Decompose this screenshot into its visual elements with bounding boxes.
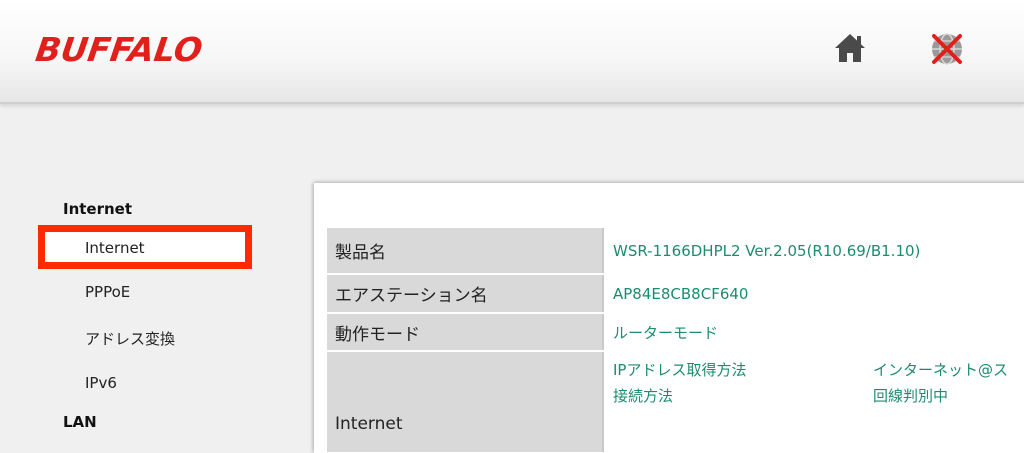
sidebar-group-lan[interactable]: LAN <box>63 413 97 431</box>
home-icon[interactable] <box>833 32 867 64</box>
row-value: WSR-1166DHPL2 Ver.2.05(R10.69/B1.10) <box>613 241 921 260</box>
row-value: ルーターモード <box>613 323 719 342</box>
row-label: 製品名 <box>327 228 604 273</box>
sub-key-connection-method: 接続方法 <box>613 387 674 405</box>
sub-key-ip-method: IPアドレス取得方法 <box>613 361 747 379</box>
sidebar-item-pppoe[interactable]: PPPoE <box>85 283 130 301</box>
sidebar-item-ipv6[interactable]: IPv6 <box>85 374 117 392</box>
sidebar-item-internet[interactable]: Internet <box>85 239 145 257</box>
sub-value-connection-method: 回線判別中 <box>873 387 949 405</box>
row-label: Internet <box>327 352 604 452</box>
row-label: エアステーション名 <box>327 275 604 312</box>
sidebar-item-address-translation[interactable]: アドレス変換 <box>85 328 175 349</box>
globe-disconnected-icon[interactable] <box>928 30 966 68</box>
table-row-operation-mode: 動作モード ルーターモード <box>327 314 1024 350</box>
sidebar-highlight-box <box>38 225 252 269</box>
sidebar-group-internet[interactable]: Internet <box>63 200 132 218</box>
buffalo-logo[interactable]: BUFFALO <box>33 30 205 69</box>
sub-value-ip-method: インターネット@ス <box>873 361 1009 379</box>
row-label: 動作モード <box>327 314 604 350</box>
top-header: BUFFALO <box>0 0 1024 104</box>
table-row-airstation-name: エアステーション名 AP84E8CB8CF640 <box>327 275 1024 312</box>
table-row-internet: Internet IPアドレス取得方法 インターネット@ス 接続方法 回線判別中 <box>327 352 1024 452</box>
table-row-product-name: 製品名 WSR-1166DHPL2 Ver.2.05(R10.69/B1.10) <box>327 228 1024 273</box>
row-value: AP84E8CB8CF640 <box>613 284 749 303</box>
